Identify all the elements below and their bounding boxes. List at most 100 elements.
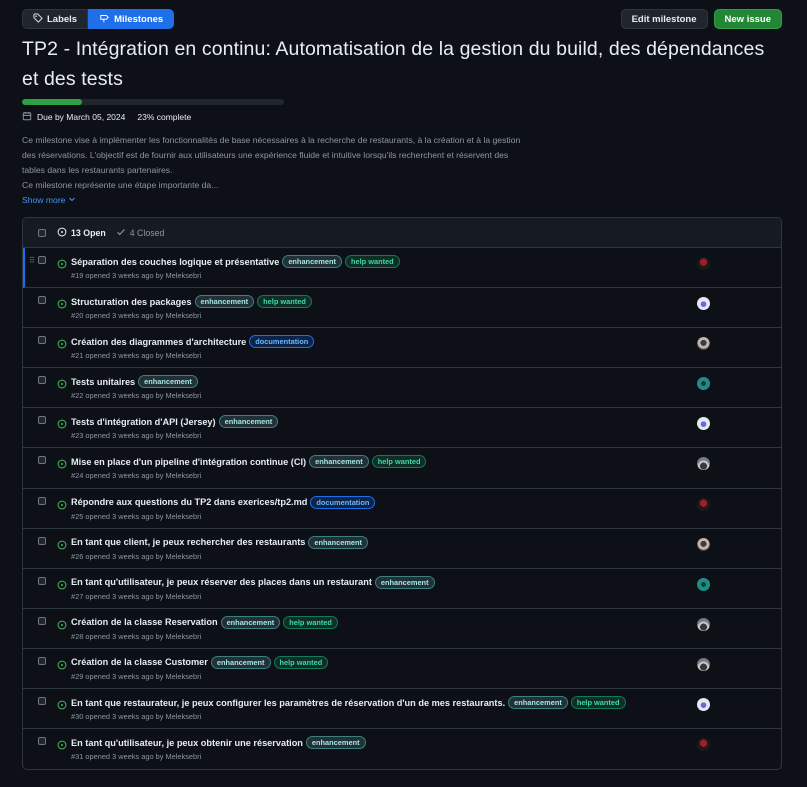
issue-label-documentation[interactable]: documentation [249,335,315,349]
issue-label-help-wanted[interactable]: help wanted [344,255,400,268]
issue-title-link[interactable]: En tant que client, je peux rechercher d… [71,537,305,547]
tag-icon [33,12,43,26]
issue-title-link[interactable]: Création des diagrammes d'architecture [71,337,246,347]
issue-title-link[interactable]: Séparation des couches logique et présen… [71,257,279,267]
issue-title-line: Création de la classe Reservation enhance… [71,615,681,629]
assignee-avatar[interactable] [697,617,710,631]
issue-checkbox[interactable] [38,336,46,345]
issue-row[interactable]: Création de la classe Customer enhancemen… [23,649,781,690]
issue-label-help-wanted[interactable]: help wanted [283,615,338,629]
new-issue-button[interactable]: New issue [713,9,782,29]
labels-button[interactable]: Labels [22,9,89,29]
issue-label-enhancement[interactable]: enhancement [309,455,369,469]
issue-title-link[interactable]: Création de la classe Reservation [71,617,218,627]
issue-label-enhancement[interactable]: enhancement [374,575,435,589]
issue-checkbox[interactable] [38,576,46,585]
issue-open-icon [57,376,67,394]
issue-label-enhancement[interactable]: enhancement [282,255,342,268]
issue-label-enhancement[interactable]: enhancement [508,696,568,710]
issue-checkbox[interactable] [38,456,46,465]
issue-row[interactable]: En tant que client, je peux rechercher d… [23,529,781,569]
issue-checkbox[interactable] [38,296,46,305]
issue-row[interactable]: ⠿ Séparation des couches logique et prése… [23,248,781,289]
open-issues-filter[interactable]: 13 Open [57,227,106,239]
show-more-label: Show more [22,195,66,205]
issue-title-link[interactable]: Mise en place d'un pipeline d'intégratio… [71,457,306,467]
issue-label-enhancement[interactable]: enhancement [210,655,271,669]
issue-title-line: Séparation des couches logique et présen… [71,255,681,268]
issue-content: Création des diagrammes d'architecture do… [71,335,681,360]
chevron-down-icon [68,195,76,205]
issue-checkbox[interactable] [38,496,46,505]
issue-checkbox[interactable] [38,616,46,625]
issue-label-enhancement[interactable]: enhancement [220,615,281,629]
issue-row[interactable]: Répondre aux questions du TP2 dans exeri… [23,489,781,529]
assignee-avatar[interactable] [697,738,710,752]
issue-label-documentation[interactable]: documentation [310,495,376,509]
issue-checkbox[interactable] [38,697,46,706]
issue-label-help-wanted[interactable]: help wanted [371,455,427,469]
issue-row[interactable]: Structuration des packages enhancement hel… [23,288,781,329]
issue-title-line: Création de la classe Customer enhancemen… [71,655,681,669]
issue-label-enhancement[interactable]: enhancement [308,535,369,549]
issue-title-link[interactable]: En tant qu'utilisateur, je peux réserver… [71,577,372,587]
issue-content: Séparation des couches logique et présen… [71,255,681,280]
issue-list: 13 Open 4 Closed ⠿ Séparation des couches… [22,217,782,771]
issue-title-line: Mise en place d'un pipeline d'intégratio… [71,455,681,469]
assignee-avatar[interactable] [697,537,710,551]
issue-label-enhancement[interactable]: enhancement [305,736,366,750]
issue-title-link[interactable]: Répondre aux questions du TP2 dans exeri… [71,497,307,507]
issue-meta: #30 opened 3 weeks ago by Meleksebri [71,712,202,722]
issue-row[interactable]: Création de la classe Reservation enhance… [23,609,781,649]
issue-label-help-wanted[interactable]: help wanted [257,295,312,309]
check-icon [116,227,126,239]
issue-label-enhancement[interactable]: enhancement [194,295,255,309]
issue-title-link[interactable]: En tant qu'utilisateur, je peux obtenir … [71,738,303,748]
assignee-avatar[interactable] [697,257,710,270]
issue-row[interactable]: Tests d'intégration d'API (Jersey) enhanc… [23,408,781,449]
assignee-avatar[interactable] [697,297,710,311]
issue-meta: #20 opened 3 weeks ago by Meleksebri [71,311,202,321]
assignee-avatar[interactable] [697,698,710,712]
show-more-link[interactable]: Show more [22,195,782,205]
issue-title-link[interactable]: Tests d'intégration d'API (Jersey) [71,417,216,427]
milestones-button[interactable]: Milestones [88,9,175,29]
closed-issues-filter[interactable]: 4 Closed [116,227,164,239]
issue-checkbox[interactable] [38,256,46,264]
issue-content: Mise en place d'un pipeline d'intégratio… [71,455,681,480]
issue-row[interactable]: Mise en place d'un pipeline d'intégratio… [23,448,781,489]
issue-checkbox[interactable] [38,656,46,665]
assignee-avatar[interactable] [697,417,710,431]
issue-open-icon [57,227,67,239]
issue-label-help-wanted[interactable]: help wanted [273,655,329,669]
assignee-avatar[interactable] [697,377,710,391]
issue-title-link[interactable]: Création de la classe Customer [71,657,208,667]
issue-checkbox[interactable] [38,536,46,545]
select-all-checkbox[interactable] [38,228,46,237]
issue-title-link[interactable]: En tant que restaurateur, je peux config… [71,698,505,708]
issue-label-enhancement[interactable]: enhancement [138,375,198,389]
assignee-avatar[interactable] [697,497,710,511]
issue-row[interactable]: Création des diagrammes d'architecture do… [23,328,781,369]
issue-label-enhancement[interactable]: enhancement [218,415,279,429]
issue-open-icon [57,697,67,715]
issue-open-icon [57,296,67,314]
issue-state-filters: 13 Open 4 Closed [57,227,164,239]
issue-label-help-wanted[interactable]: help wanted [570,696,626,710]
assignee-avatar[interactable] [697,457,710,471]
issue-checkbox[interactable] [38,416,46,425]
issue-row[interactable]: En tant qu'utilisateur, je peux obtenir … [23,729,781,769]
issue-row[interactable]: Tests unitaires enhancement #22 opened 3 w… [23,368,781,409]
issue-meta: #26 opened 3 weeks ago by Meleksebri [71,551,202,561]
edit-milestone-button[interactable]: Edit milestone [620,9,708,29]
issue-row[interactable]: En tant que restaurateur, je peux config… [23,689,781,730]
issue-row[interactable]: En tant qu'utilisateur, je peux réserver… [23,569,781,609]
issue-checkbox[interactable] [38,376,46,385]
assignee-avatar[interactable] [697,577,710,591]
drag-handle-icon[interactable]: ⠿ [29,256,35,265]
issue-title-link[interactable]: Tests unitaires [71,377,135,387]
issue-title-link[interactable]: Structuration des packages [71,297,192,307]
issue-checkbox[interactable] [38,737,46,746]
assignee-avatar[interactable] [697,657,710,671]
assignee-avatar[interactable] [697,337,710,351]
